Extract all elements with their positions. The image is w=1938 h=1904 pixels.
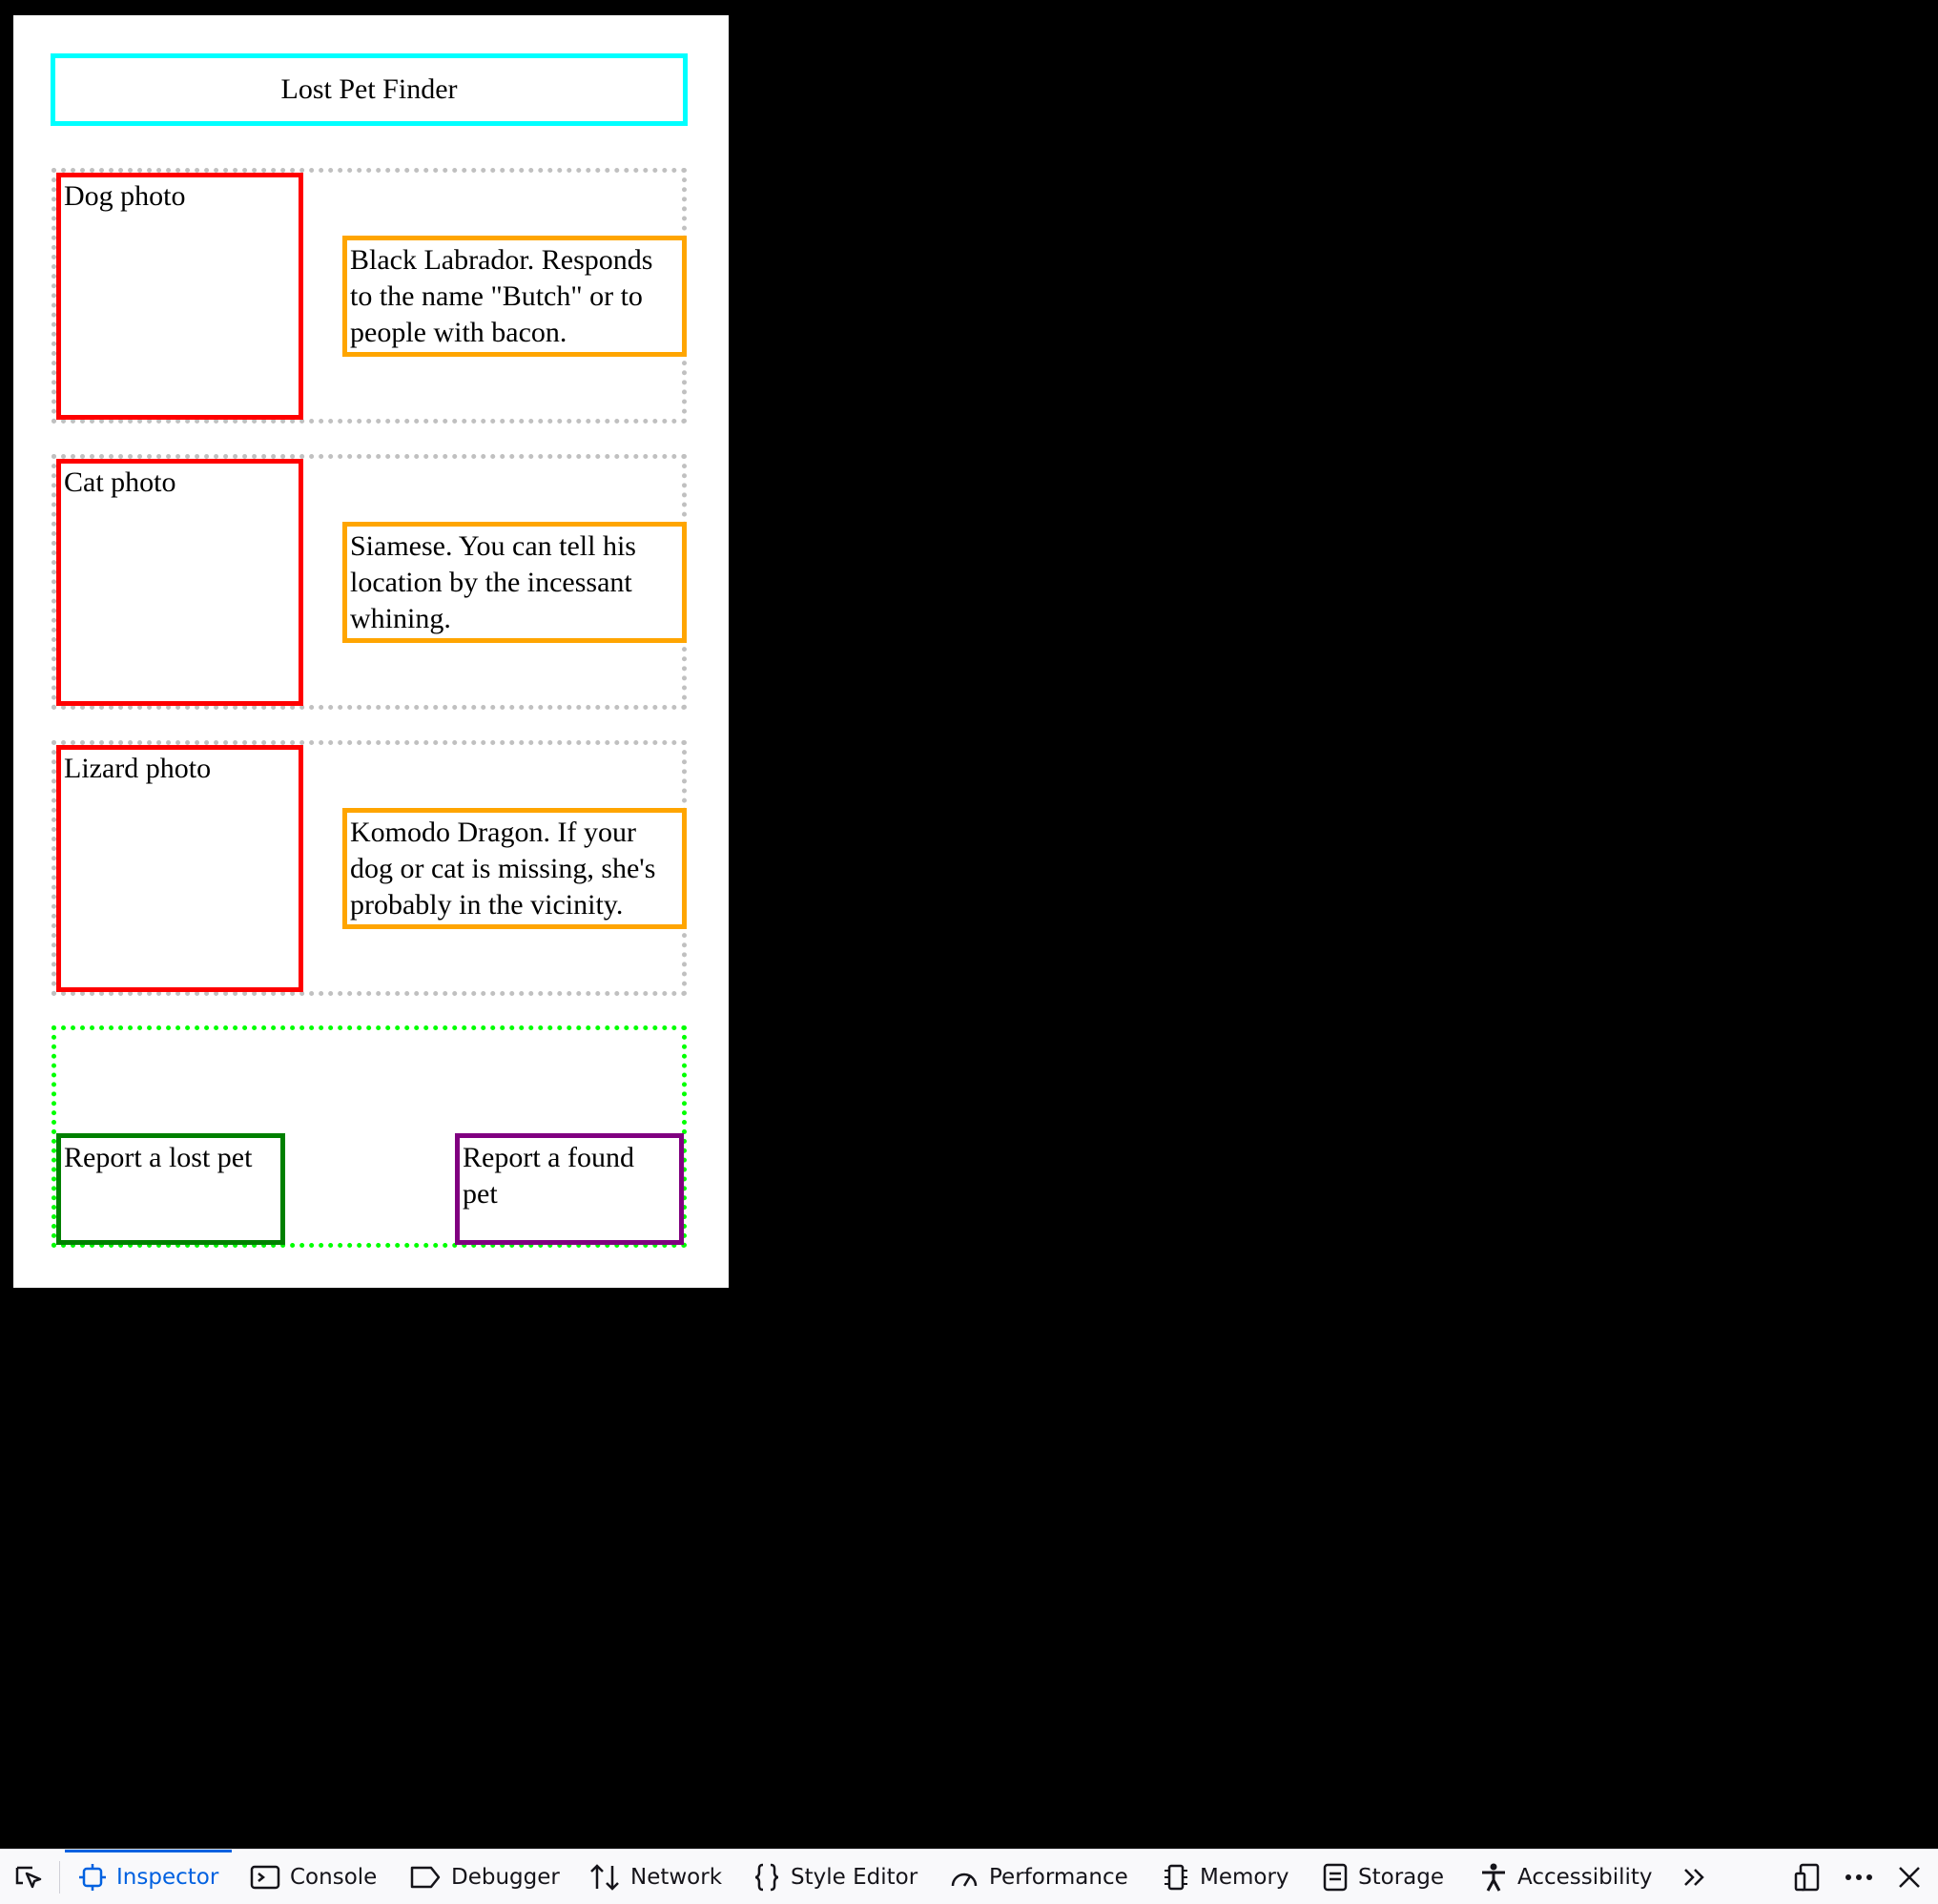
dog-photo: Dog photo <box>56 173 303 420</box>
responsive-design-icon <box>1794 1863 1820 1891</box>
tab-network[interactable]: Network <box>588 1850 722 1904</box>
cat-description: Siamese. You can tell his location by th… <box>342 522 687 643</box>
lizard-photo: Lizard photo <box>56 745 303 992</box>
pet-card-dog: Dog photo Black Labrador. Responds to th… <box>52 168 687 424</box>
cat-photo: Cat photo <box>56 459 303 706</box>
network-icon <box>590 1863 619 1891</box>
tab-inspector[interactable]: Inspector <box>64 1850 233 1904</box>
lizard-description: Komodo Dragon. If your dog or cat is mis… <box>342 808 687 929</box>
report-lost-pet-button[interactable]: Report a lost pet <box>56 1133 285 1245</box>
console-icon <box>250 1865 280 1889</box>
tab-debugger-label: Debugger <box>451 1864 560 1890</box>
report-found-pet-button[interactable]: Report a found pet <box>455 1133 684 1245</box>
tab-accessibility[interactable]: Accessibility <box>1479 1850 1653 1904</box>
tab-console-label: Console <box>290 1864 378 1890</box>
tab-performance[interactable]: Performance <box>949 1850 1128 1904</box>
chevron-double-right-icon <box>1684 1868 1704 1886</box>
tab-console[interactable]: Console <box>250 1850 377 1904</box>
more-options-button[interactable] <box>1843 1850 1875 1904</box>
element-picker-icon <box>15 1866 42 1888</box>
close-devtools-button[interactable] <box>1896 1850 1923 1904</box>
performance-icon <box>951 1873 978 1887</box>
pet-card-lizard: Lizard photo Komodo Dragon. If your dog … <box>52 740 687 996</box>
more-tools-button[interactable] <box>1680 1850 1709 1904</box>
memory-icon <box>1165 1864 1187 1890</box>
inspector-icon <box>79 1863 106 1891</box>
style-editor-icon <box>754 1863 779 1891</box>
debugger-icon <box>410 1866 441 1888</box>
tab-debugger[interactable]: Debugger <box>409 1850 560 1904</box>
responsive-design-button[interactable] <box>1793 1850 1822 1904</box>
tab-network-label: Network <box>630 1864 723 1890</box>
storage-icon <box>1323 1863 1348 1891</box>
close-icon <box>1899 1866 1920 1888</box>
tab-performance-label: Performance <box>989 1864 1128 1890</box>
page-viewport: Lost Pet Finder Dog photo Black Labrador… <box>13 15 729 1288</box>
tab-storage-label: Storage <box>1358 1864 1444 1890</box>
page-title: Lost Pet Finder <box>280 73 458 105</box>
page-header: Lost Pet Finder <box>51 53 688 126</box>
tab-accessibility-label: Accessibility <box>1517 1864 1653 1890</box>
dog-description: Black Labrador. Responds to the name "Bu… <box>342 236 687 357</box>
report-actions: Report a lost pet Report a found pet <box>52 1025 687 1248</box>
tab-storage[interactable]: Storage <box>1322 1850 1444 1904</box>
pet-card-cat: Cat photo Siamese. You can tell his loca… <box>52 454 687 710</box>
devtools-toolbar: Inspector Console Debugger Network Style… <box>0 1849 1938 1904</box>
tab-memory[interactable]: Memory <box>1162 1850 1289 1904</box>
element-picker-button[interactable] <box>13 1850 44 1904</box>
accessibility-icon <box>1482 1863 1505 1892</box>
tab-style-editor[interactable]: Style Editor <box>753 1850 917 1904</box>
tab-inspector-label: Inspector <box>116 1864 219 1890</box>
toolbar-separator <box>59 1861 60 1894</box>
tab-style-editor-label: Style Editor <box>791 1864 918 1890</box>
more-options-icon <box>1845 1873 1872 1880</box>
tab-memory-label: Memory <box>1200 1864 1289 1890</box>
